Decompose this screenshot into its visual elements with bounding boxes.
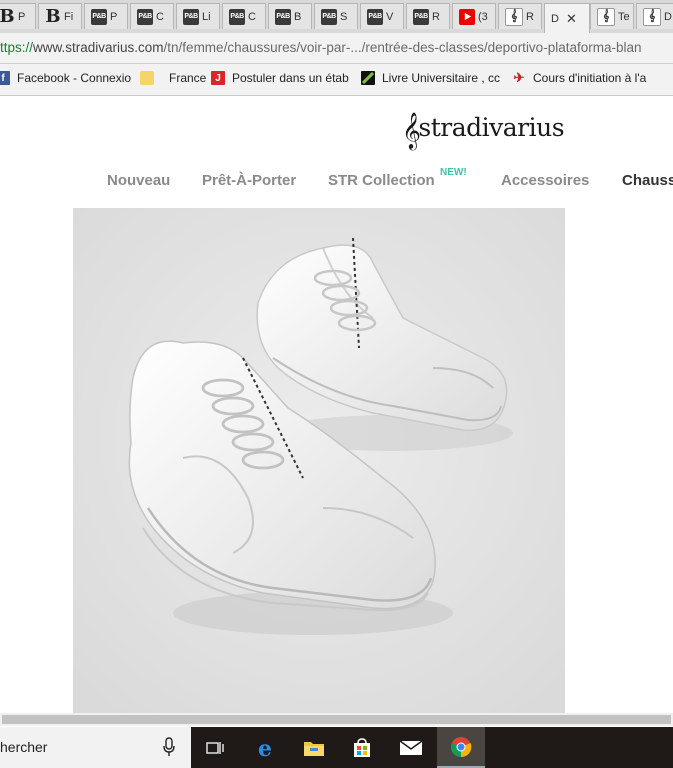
browser-tab[interactable]: P&B B bbox=[268, 3, 312, 29]
browser-tab[interactable]: 𝄞 Te bbox=[590, 3, 634, 29]
product-image[interactable] bbox=[73, 208, 565, 713]
browser-tab[interactable]: 𝄞 R bbox=[498, 3, 542, 29]
bookmark-cours[interactable]: ✈ Cours d'initiation à l'a bbox=[512, 70, 647, 85]
main-navigation: Nouveau Prêt-À-Porter STR Collection NEW… bbox=[0, 167, 673, 192]
tab-title: P bbox=[18, 10, 26, 23]
task-view-icon[interactable] bbox=[191, 727, 239, 768]
nav-item-str-collection[interactable]: STR Collection bbox=[328, 172, 435, 189]
tab-title: B bbox=[294, 10, 302, 23]
bookmark-label: Postuler dans un étab bbox=[232, 71, 349, 85]
browser-tab-strip: B P B Fi P&B P P&B C P&B Li P&B C P&B B … bbox=[0, 0, 673, 33]
search-placeholder: hercher bbox=[0, 739, 48, 755]
bookmark-postuler[interactable]: J Postuler dans un étab bbox=[211, 71, 349, 85]
url-scheme: ttps:// bbox=[0, 40, 34, 55]
stradivarius-icon: 𝄞 bbox=[597, 7, 615, 26]
browser-tab[interactable]: P&B P bbox=[84, 3, 128, 29]
folder-icon bbox=[140, 71, 154, 85]
b-icon: B bbox=[45, 6, 61, 27]
tab-title: C bbox=[248, 10, 256, 23]
bookmark-livre[interactable]: Livre Universitaire , cc bbox=[361, 71, 500, 85]
bookmark-facebook[interactable]: f Facebook - Connexio bbox=[0, 71, 131, 85]
tab-title: C bbox=[156, 10, 164, 23]
nav-item-pret-a-porter[interactable]: Prêt-À-Porter bbox=[202, 172, 296, 189]
pb-icon: P&B bbox=[137, 8, 153, 25]
file-explorer-icon[interactable] bbox=[290, 727, 338, 768]
bookmarks-bar: f Facebook - Connexio France J Postuler … bbox=[0, 64, 673, 96]
nav-item-accessoires[interactable]: Accessoires bbox=[501, 172, 589, 189]
store-icon[interactable] bbox=[338, 727, 386, 768]
browser-tab[interactable]: P&B V bbox=[360, 3, 404, 29]
new-badge: NEW! bbox=[440, 167, 467, 178]
browser-tab[interactable]: P&B R bbox=[406, 3, 450, 29]
pb-icon: P&B bbox=[275, 8, 291, 25]
microphone-icon[interactable] bbox=[163, 737, 175, 762]
mail-icon[interactable] bbox=[387, 727, 435, 768]
browser-tab-active[interactable]: D ✕ bbox=[544, 3, 590, 33]
walker-icon: ✈ bbox=[513, 70, 525, 85]
windows-taskbar: hercher e bbox=[0, 727, 673, 768]
browser-tab[interactable]: B P bbox=[0, 3, 36, 29]
tab-title: Fi bbox=[64, 10, 74, 23]
stradivarius-icon: 𝄞 bbox=[505, 7, 523, 26]
pb-icon: P&B bbox=[367, 8, 383, 25]
browser-tab[interactable]: (3 bbox=[452, 3, 496, 29]
browser-tab[interactable]: B Fi bbox=[38, 3, 82, 29]
close-tab-icon[interactable]: ✕ bbox=[566, 11, 577, 27]
tab-title: D bbox=[551, 12, 559, 25]
bookmark-label: Facebook - Connexio bbox=[17, 71, 132, 85]
stradivarius-icon: 𝄞 bbox=[643, 7, 661, 26]
tab-title: (3 bbox=[478, 10, 488, 23]
tab-title: D bbox=[664, 10, 672, 23]
nav-item-chaussures[interactable]: Chauss bbox=[622, 172, 673, 189]
url-path: /tn/femme/chaussures/voir-par-.../rentré… bbox=[163, 40, 642, 55]
browser-tab[interactable]: P&B C bbox=[222, 3, 266, 29]
browser-tab[interactable]: P&B S bbox=[314, 3, 358, 29]
address-bar[interactable]: ttps://www.stradivarius.com/tn/femme/cha… bbox=[0, 33, 673, 64]
pb-icon: P&B bbox=[321, 8, 337, 25]
horizontal-scrollbar[interactable] bbox=[0, 713, 673, 726]
bookmark-label: France bbox=[169, 71, 207, 85]
edge-icon[interactable]: e bbox=[241, 727, 289, 768]
pb-icon: P&B bbox=[183, 8, 199, 25]
svg-text:e: e bbox=[258, 736, 272, 760]
pb-icon: P&B bbox=[229, 8, 245, 25]
nav-item-nouveau[interactable]: Nouveau bbox=[107, 172, 170, 189]
logo-text: stradivarius bbox=[418, 113, 565, 142]
browser-tab[interactable]: P&B Li bbox=[176, 3, 220, 29]
tab-title: Li bbox=[202, 10, 211, 23]
browser-tab[interactable]: P&B C bbox=[130, 3, 174, 29]
browser-tab[interactable]: 𝄞 D bbox=[636, 3, 673, 29]
white-sneakers-illustration bbox=[73, 208, 565, 713]
clef-logo-icon: 𝄞 bbox=[402, 111, 421, 149]
chrome-icon[interactable] bbox=[437, 727, 485, 768]
tab-title: S bbox=[340, 10, 348, 23]
tab-title: P bbox=[110, 10, 118, 23]
url-text[interactable]: ttps://www.stradivarius.com/tn/femme/cha… bbox=[0, 40, 642, 55]
url-host: www.stradivarius.com bbox=[33, 40, 164, 55]
facebook-icon: f bbox=[0, 71, 10, 85]
book-icon bbox=[361, 71, 375, 85]
stradivarius-logo[interactable]: 𝄞stradivarius bbox=[402, 106, 565, 149]
youtube-icon bbox=[459, 8, 475, 25]
tab-title: V bbox=[386, 10, 394, 23]
bookmark-label: Livre Universitaire , cc bbox=[382, 71, 501, 85]
b-icon: B bbox=[0, 6, 15, 27]
bookmark-label: Cours d'initiation à l'a bbox=[533, 71, 647, 85]
bookmark-france[interactable]: France bbox=[140, 71, 206, 85]
tab-title: R bbox=[526, 10, 534, 23]
tab-title: R bbox=[432, 10, 440, 23]
tab-title: Te bbox=[618, 10, 630, 23]
taskbar-search-box[interactable]: hercher bbox=[0, 727, 191, 768]
scrollbar-thumb[interactable] bbox=[2, 715, 671, 724]
pb-icon: P&B bbox=[413, 8, 429, 25]
j-icon: J bbox=[211, 71, 225, 85]
pb-icon: P&B bbox=[91, 8, 107, 25]
